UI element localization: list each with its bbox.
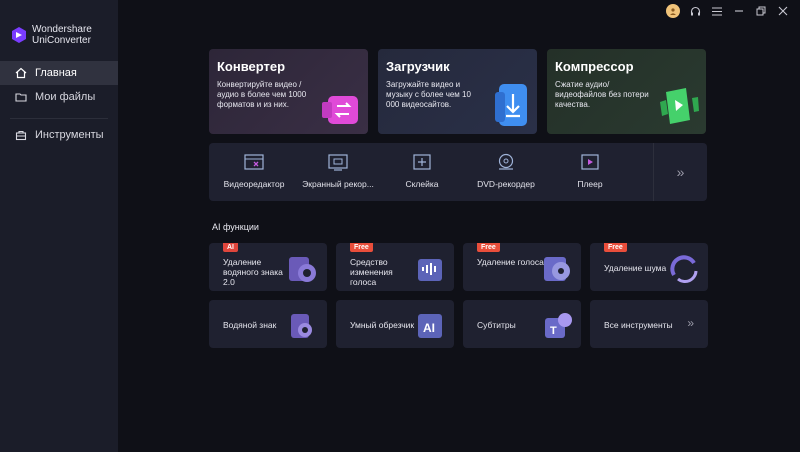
watermark-icon <box>291 314 312 338</box>
svg-text:AI: AI <box>423 321 435 335</box>
tool-label: DVD-рекордер <box>477 179 535 189</box>
free-badge: Free <box>604 243 627 252</box>
watermark-remover-icon <box>289 257 316 282</box>
close-icon[interactable] <box>776 4 790 18</box>
ai-section-title: AI функции <box>212 222 259 232</box>
tool-label: Видеоредактор <box>223 179 285 189</box>
svg-text:T: T <box>550 325 557 337</box>
tool-screen-recorder[interactable]: Экранный рекор... <box>293 151 383 189</box>
ai-card-label: Удаление голоса <box>477 257 544 267</box>
downloader-desc: Загружайте видео и музыку с более чем 10… <box>386 80 471 109</box>
ai-badge: AI <box>223 243 238 252</box>
free-badge: Free <box>350 243 373 252</box>
more-tools-button[interactable]: » <box>653 143 707 201</box>
ai-card-label: Удаление водяного знака 2.0 <box>223 257 283 287</box>
dvd-icon <box>495 151 517 173</box>
ai-card-subtitles[interactable]: Субтитры T <box>463 300 581 348</box>
vocal-remover-icon <box>544 257 570 281</box>
smart-trimmer-icon: AI <box>418 314 442 338</box>
headset-icon[interactable] <box>688 4 702 18</box>
ai-card-vocal-remover[interactable]: Free Удаление голоса <box>463 243 581 291</box>
app-logo: Wondershare UniConverter <box>12 24 92 46</box>
tool-label: Склейка <box>405 179 439 189</box>
sidebar-item-my-files[interactable]: Мои файлы <box>0 85 118 109</box>
downloader-card[interactable]: Загрузчик Загружайте видео и музыку с бо… <box>378 49 537 134</box>
window-controls <box>666 4 790 18</box>
converter-desc: Конвертируйте видео / аудио в более чем … <box>217 80 307 109</box>
compressor-card[interactable]: Компрессор Сжатие аудио/ видеофайлов без… <box>547 49 706 134</box>
ai-card-label: Все инструменты <box>604 320 673 330</box>
sidebar-item-home[interactable]: Главная <box>0 61 118 85</box>
chevron-right-double-icon: » <box>687 316 694 330</box>
toolbox-icon <box>14 128 28 142</box>
sidebar-item-tools[interactable]: Инструменты <box>0 123 118 147</box>
tool-merger[interactable]: Склейка <box>377 151 467 189</box>
screen-recorder-icon <box>327 151 349 173</box>
quick-tools-bar: Видеоредактор Экранный рекор... Склейка … <box>209 143 707 201</box>
ai-card-label: Водяной знак <box>223 320 277 330</box>
folder-icon <box>14 90 28 104</box>
sidebar-item-label: Главная <box>35 67 77 79</box>
restore-icon[interactable] <box>754 4 768 18</box>
tool-dvd-recorder[interactable]: DVD-рекордер <box>461 151 551 189</box>
minimize-icon[interactable] <box>732 4 746 18</box>
converter-card[interactable]: Конвертер Конвертируйте видео / аудио в … <box>209 49 368 134</box>
ai-card-smart-trimmer[interactable]: Умный обрезчик AI <box>336 300 454 348</box>
sidebar-divider <box>10 118 108 119</box>
main-content: Конвертер Конвертируйте видео / аудио в … <box>118 0 800 452</box>
avatar[interactable] <box>666 4 680 18</box>
free-badge: Free <box>477 243 500 252</box>
converter-icon <box>322 96 358 124</box>
tool-label: Экранный рекор... <box>302 179 374 189</box>
tool-player[interactable]: Плеер <box>545 151 635 189</box>
ai-card-label: Средство изменения голоса <box>350 257 393 287</box>
video-editor-icon <box>243 151 265 173</box>
ai-card-all-tools[interactable]: Все инструменты » <box>590 300 708 348</box>
ai-card-watermark-remover[interactable]: AI Удаление водяного знака 2.0 <box>209 243 327 291</box>
compressor-icon <box>660 88 699 124</box>
noise-remover-icon <box>670 255 698 284</box>
subtitles-icon: T <box>545 313 572 338</box>
converter-title: Конвертер <box>217 59 286 74</box>
tool-video-editor[interactable]: Видеоредактор <box>209 151 299 189</box>
ai-card-watermark[interactable]: Водяной знак <box>209 300 327 348</box>
home-icon <box>14 66 28 80</box>
player-icon <box>579 151 601 173</box>
ai-card-noise-remover[interactable]: Free Удаление шума <box>590 243 708 291</box>
menu-icon[interactable] <box>710 4 724 18</box>
sidebar-item-label: Мои файлы <box>35 91 96 103</box>
merger-icon <box>411 151 433 173</box>
brand-line-2: UniConverter <box>32 35 91 46</box>
sidebar: Wondershare UniConverter Главная Мои фай… <box>0 0 118 452</box>
downloader-icon <box>495 84 527 126</box>
compressor-desc: Сжатие аудио/ видеофайлов без потери кач… <box>555 80 649 109</box>
ai-card-voice-changer[interactable]: Free Средство изменения голоса <box>336 243 454 291</box>
brand-line-1: Wondershare <box>32 24 92 35</box>
uniconverter-logo-icon <box>12 27 26 43</box>
tool-label: Плеер <box>577 179 603 189</box>
ai-card-label: Субтитры <box>477 320 516 330</box>
voice-changer-icon <box>418 259 442 281</box>
ai-card-label: Удаление шума <box>604 263 667 273</box>
chevron-right-double-icon: » <box>676 164 685 180</box>
sidebar-item-label: Инструменты <box>35 129 104 141</box>
downloader-title: Загрузчик <box>386 59 450 74</box>
compressor-title: Компрессор <box>555 59 634 74</box>
